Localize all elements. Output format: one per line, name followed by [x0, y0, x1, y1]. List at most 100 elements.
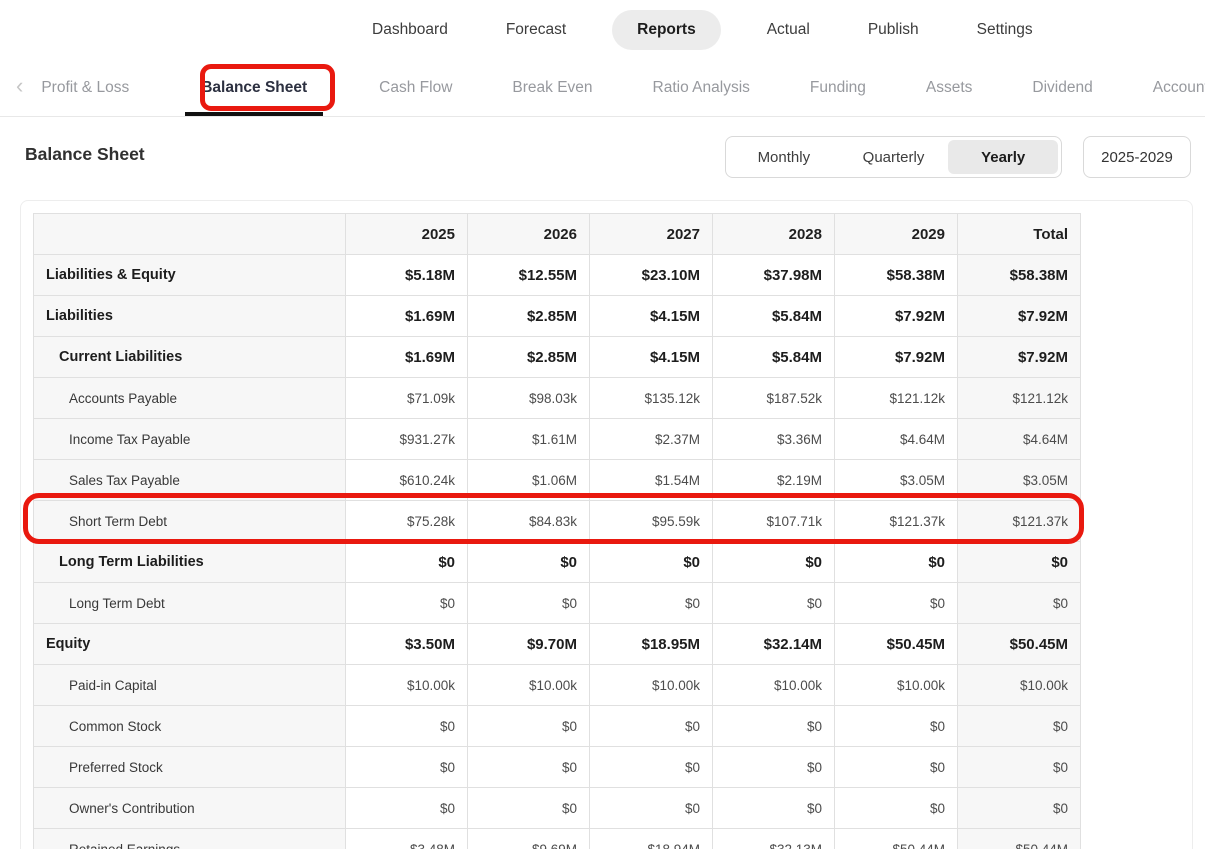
row-value: $58.38M — [957, 254, 1081, 296]
tab-funding[interactable]: Funding — [806, 60, 870, 116]
row-value: $7.92M — [957, 336, 1081, 378]
table-row: Paid-in Capital $10.00k $10.00k $10.00k $10.… — [33, 664, 1081, 706]
row-value: $5.18M — [345, 254, 468, 296]
row-label: Retained Earnings — [33, 828, 346, 849]
tab-dividend[interactable]: Dividend — [1028, 60, 1096, 116]
row-value: $95.59k — [589, 500, 713, 542]
nav-item-settings[interactable]: Settings — [977, 21, 1033, 39]
row-value: $0 — [834, 787, 958, 829]
row-value: $3.05M — [957, 459, 1081, 501]
period-toggle: Monthly Quarterly Yearly — [725, 136, 1062, 178]
column-header-2025: 2025 — [345, 213, 468, 255]
nav-item-actual[interactable]: Actual — [767, 21, 810, 39]
tab-ratio-analysis[interactable]: Ratio Analysis — [649, 60, 754, 116]
row-value: $2.37M — [589, 418, 713, 460]
period-option-yearly[interactable]: Yearly — [948, 140, 1059, 174]
row-value: $3.48M — [345, 828, 468, 849]
table-row: Accounts Payable $71.09k $98.03k $135.12k $1… — [33, 377, 1081, 419]
row-value: $3.50M — [345, 623, 468, 665]
row-value: $0 — [712, 705, 835, 747]
row-value: $32.13M — [712, 828, 835, 849]
row-value: $0 — [467, 705, 590, 747]
row-value: $0 — [589, 746, 713, 788]
row-value: $0 — [957, 787, 1081, 829]
row-value: $0 — [834, 746, 958, 788]
row-label: Long Term Debt — [33, 582, 346, 624]
row-value: $4.64M — [957, 418, 1081, 460]
nav-item-publish[interactable]: Publish — [868, 21, 919, 39]
table-row: Long Term Liabilities $0 $0 $0 $0 $0 $0 — [33, 541, 1081, 583]
table-row: Retained Earnings $3.48M $9.69M $18.94M $32.… — [33, 828, 1081, 849]
row-value: $4.64M — [834, 418, 958, 460]
nav-item-forecast[interactable]: Forecast — [506, 21, 566, 39]
row-value: $0 — [957, 582, 1081, 624]
table-row: Current Liabilities $1.69M $2.85M $4.15M $5.… — [33, 336, 1081, 378]
table-row: Liabilities $1.69M $2.85M $4.15M $5.84M $7.92… — [33, 295, 1081, 337]
column-header-2027: 2027 — [589, 213, 713, 255]
row-value: $18.95M — [589, 623, 713, 665]
column-header-2029: 2029 — [834, 213, 958, 255]
row-value: $18.94M — [589, 828, 713, 849]
row-value: $121.37k — [957, 500, 1081, 542]
tab-accounts[interactable]: Accounts — [1149, 60, 1205, 116]
row-value: $0 — [467, 787, 590, 829]
row-value: $121.12k — [957, 377, 1081, 419]
row-value: $9.69M — [467, 828, 590, 849]
row-value: $1.54M — [589, 459, 713, 501]
report-tabbar: ‹ Profit & Loss Balance Sheet Cash Flow … — [0, 60, 1205, 117]
row-value: $10.00k — [345, 664, 468, 706]
nav-item-dashboard[interactable]: Dashboard — [372, 21, 448, 39]
row-value: $7.92M — [834, 295, 958, 337]
row-value: $58.38M — [834, 254, 958, 296]
row-label: Sales Tax Payable — [33, 459, 346, 501]
row-label: Current Liabilities — [33, 336, 346, 378]
tab-assets[interactable]: Assets — [922, 60, 977, 116]
row-value: $0 — [589, 582, 713, 624]
tab-cash-flow[interactable]: Cash Flow — [375, 60, 456, 116]
row-value: $50.44M — [834, 828, 958, 849]
row-value: $75.28k — [345, 500, 468, 542]
row-value: $84.83k — [467, 500, 590, 542]
chevron-left-icon[interactable]: ‹ — [0, 73, 37, 103]
row-value: $610.24k — [345, 459, 468, 501]
page-title: Balance Sheet — [25, 144, 145, 164]
tab-balance-sheet[interactable]: Balance Sheet — [185, 60, 324, 116]
row-label: Long Term Liabilities — [33, 541, 346, 583]
row-value: $0 — [589, 705, 713, 747]
row-label: Equity — [33, 623, 346, 665]
row-value: $1.61M — [467, 418, 590, 460]
row-value: $0 — [957, 541, 1081, 583]
table-row: Long Term Debt $0 $0 $0 $0 $0 $0 — [33, 582, 1081, 624]
row-value: $0 — [712, 582, 835, 624]
row-value: $0 — [467, 582, 590, 624]
year-range-selector[interactable]: 2025-2029 — [1083, 136, 1191, 178]
row-value: $0 — [712, 787, 835, 829]
row-label: Short Term Debt — [33, 500, 346, 542]
row-value: $2.85M — [467, 336, 590, 378]
row-value: $10.00k — [589, 664, 713, 706]
row-value: $0 — [957, 705, 1081, 747]
row-value: $10.00k — [712, 664, 835, 706]
row-value: $0 — [957, 746, 1081, 788]
row-value: $0 — [345, 746, 468, 788]
row-value: $0 — [834, 582, 958, 624]
period-option-monthly[interactable]: Monthly — [729, 140, 839, 174]
row-value: $7.92M — [834, 336, 958, 378]
table-row: Preferred Stock $0 $0 $0 $0 $0 $0 — [33, 746, 1081, 788]
row-value: $50.45M — [834, 623, 958, 665]
table-row: Equity $3.50M $9.70M $18.95M $32.14M $50.45M $… — [33, 623, 1081, 665]
table-row: Common Stock $0 $0 $0 $0 $0 $0 — [33, 705, 1081, 747]
column-header-2026: 2026 — [467, 213, 590, 255]
top-navigation: Dashboard Forecast Reports Actual Publis… — [0, 0, 1205, 60]
balance-sheet-table: 2025 2026 2027 2028 2029 Total Liabiliti… — [33, 213, 1081, 849]
row-value: $2.85M — [467, 295, 590, 337]
period-option-quarterly[interactable]: Quarterly — [839, 140, 949, 174]
row-value: $0 — [345, 705, 468, 747]
row-value: $0 — [345, 582, 468, 624]
row-value: $10.00k — [834, 664, 958, 706]
row-value: $37.98M — [712, 254, 835, 296]
tab-profit-and-loss[interactable]: Profit & Loss — [37, 60, 133, 116]
tab-break-even[interactable]: Break Even — [508, 60, 596, 116]
nav-item-reports[interactable]: Reports — [612, 10, 721, 50]
row-label: Accounts Payable — [33, 377, 346, 419]
